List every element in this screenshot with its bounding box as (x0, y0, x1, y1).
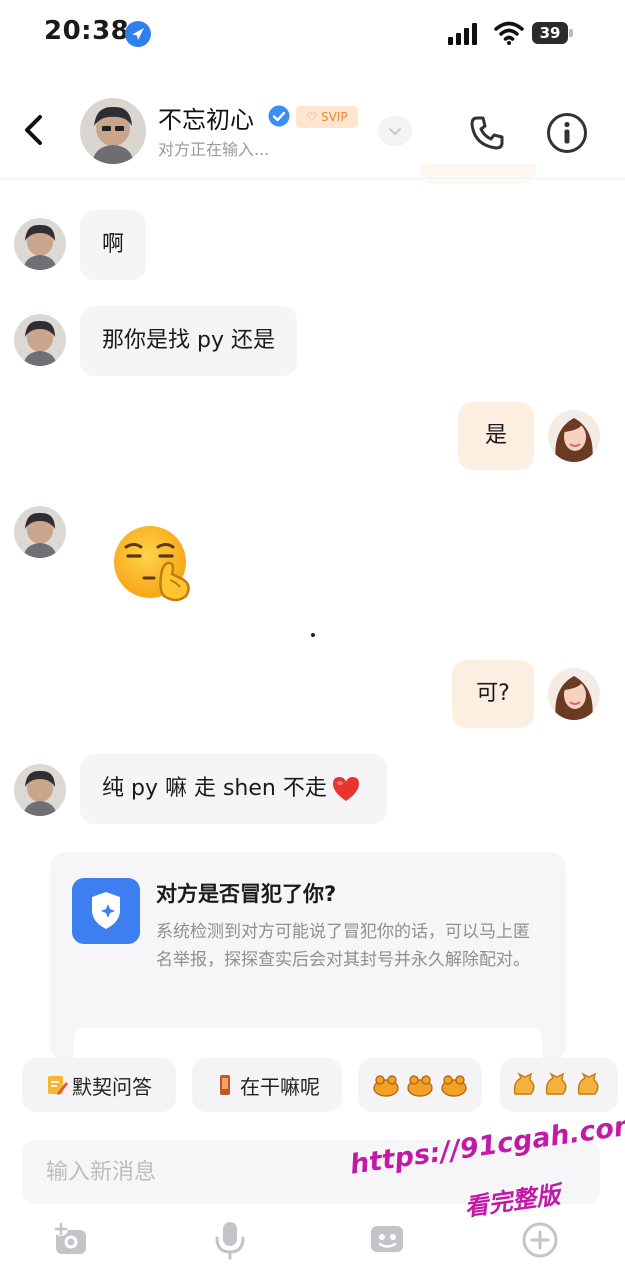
safety-card-description: 系统检测到对方可能说了冒犯你的话，可以马上匿名举报，探探查实后会对其封号并永久解… (156, 922, 530, 970)
info-icon[interactable] (546, 112, 588, 154)
my-avatar[interactable] (548, 668, 600, 720)
message-bubble[interactable]: 那你是找 py 还是 (80, 306, 297, 376)
my-avatar[interactable] (548, 410, 600, 462)
message-text: 啊 (102, 232, 125, 257)
quick-reply-chip[interactable] (358, 1058, 482, 1112)
message-text: 纯 py 嘛 走 shen 不走 (102, 776, 327, 801)
quick-reply-chip[interactable]: 在干嘛呢 (192, 1058, 342, 1112)
red-heart-emoji (332, 777, 359, 801)
back-icon[interactable] (20, 114, 48, 146)
header-divider (0, 178, 625, 181)
signal-icon (448, 23, 477, 45)
svip-badge-label: SVIP (320, 110, 348, 124)
phone-icon[interactable] (468, 114, 506, 152)
safety-card-action-area[interactable] (74, 1028, 542, 1062)
battery-icon: 39 (532, 22, 574, 44)
quick-reply-chip[interactable] (500, 1058, 618, 1112)
quick-reply-label: 默契问答 (72, 1074, 152, 1099)
cat-paw-sticker-icon (513, 1072, 599, 1095)
message-bubble[interactable]: 啊 (80, 210, 147, 280)
message-text: 那你是找 py 还是 (102, 328, 275, 353)
microphone-icon[interactable] (210, 1220, 250, 1260)
sender-avatar[interactable] (14, 506, 66, 558)
shushing-face-emoji[interactable] (110, 520, 200, 606)
sender-avatar[interactable] (14, 218, 66, 270)
safety-card-title: 对方是否冒犯了你? (156, 882, 337, 906)
contact-avatar[interactable] (80, 98, 146, 164)
verified-icon (268, 105, 290, 127)
status-time: 20:38 (44, 16, 130, 46)
location-arrow-icon (125, 21, 151, 47)
shield-sparkle-icon (72, 878, 140, 944)
profile-dropdown-button[interactable] (378, 116, 412, 146)
sender-avatar[interactable] (14, 764, 66, 816)
message-bubble-outgoing[interactable]: 可? (452, 660, 534, 728)
loading-dot (311, 633, 315, 637)
wifi-icon (494, 21, 524, 45)
contact-name[interactable]: 不忘初心 (158, 100, 254, 135)
note-pencil-icon (48, 1076, 68, 1095)
message-text: 是 (484, 423, 507, 448)
message-bubble[interactable]: 纯 py 嘛 走 shen 不走 (80, 754, 387, 824)
typing-status: 对方正在输入... (158, 140, 270, 159)
message-bubble-outgoing[interactable]: 是 (458, 402, 534, 470)
previous-message-peek (420, 164, 536, 184)
message-text: 可? (476, 681, 510, 706)
svip-badge: ♡ SVIP (296, 106, 358, 128)
battery-level: 39 (539, 24, 561, 42)
chevron-down-icon (389, 128, 401, 136)
add-circle-icon[interactable] (520, 1220, 560, 1260)
quick-reply-chip[interactable]: 默契问答 (22, 1058, 176, 1112)
frog-sticker-icon (373, 1075, 467, 1097)
quick-reply-label: 在干嘛呢 (240, 1074, 320, 1099)
sender-avatar[interactable] (14, 314, 66, 366)
camera-plus-icon[interactable] (52, 1220, 92, 1260)
phone-device-icon (220, 1075, 230, 1095)
sticker-icon[interactable] (368, 1220, 408, 1260)
